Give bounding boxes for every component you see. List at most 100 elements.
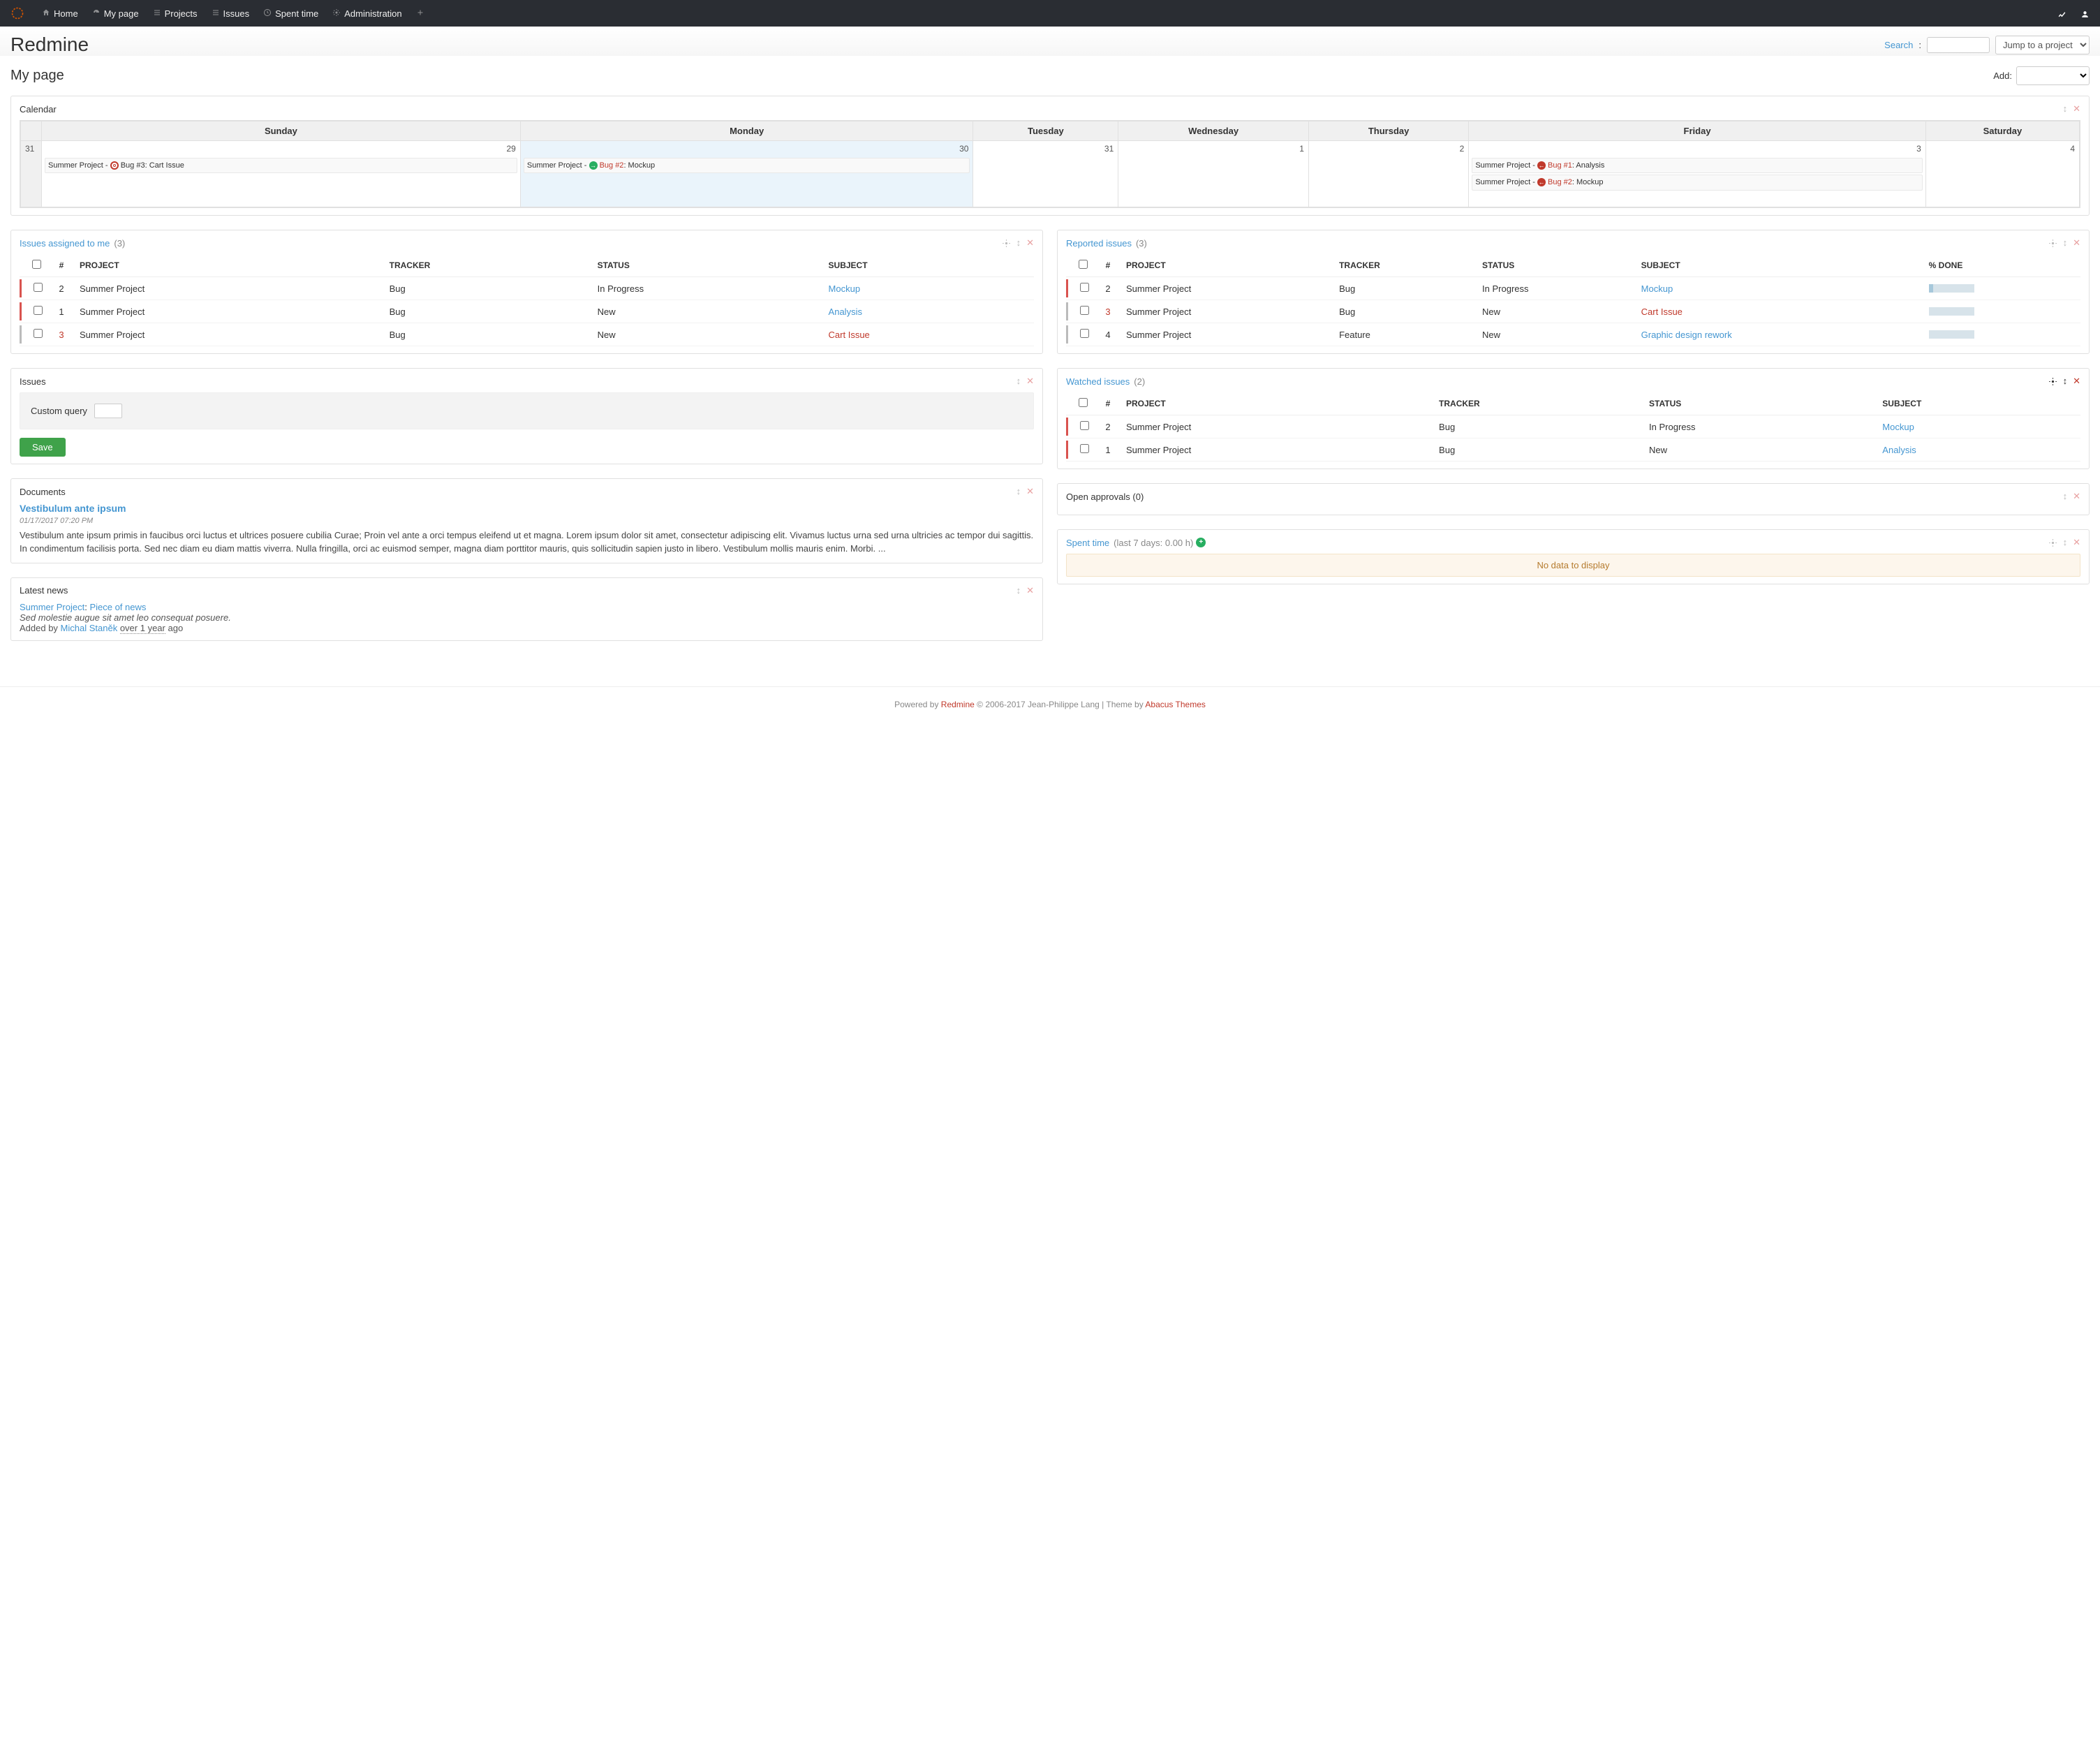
close-icon[interactable]: ✕ [2073,237,2080,249]
issues-title: Issues [20,376,46,387]
news-headline-link[interactable]: Piece of news [89,602,146,612]
issue-subject-link[interactable]: Mockup [1882,422,1914,432]
list-icon [153,8,161,19]
spent-time-box: Spent time (last 7 days: 0.00 h) + ↕ ✕ N… [1057,529,2090,584]
nav-projects[interactable]: Projects [146,8,205,19]
row-checkbox[interactable] [34,329,43,338]
news-title: Latest news [20,585,68,596]
close-icon[interactable]: ✕ [1026,376,1034,387]
project-jump-select[interactable]: Jump to a project... [1995,36,2090,54]
save-button[interactable]: Save [20,438,66,457]
select-all-checkbox[interactable] [1079,260,1088,269]
move-handle-icon[interactable]: ↕ [1016,585,1021,596]
event-icon [1537,178,1546,186]
clock-icon [263,8,272,19]
custom-query-input[interactable] [94,404,122,418]
row-checkbox[interactable] [1080,421,1089,430]
issue-subject-link[interactable]: Graphic design rework [1641,330,1732,340]
home-icon [42,8,50,19]
watched-title[interactable]: Watched issues [1066,376,1130,387]
gear-icon[interactable] [2048,376,2057,387]
move-handle-icon[interactable]: ↕ [2063,376,2068,387]
row-checkbox[interactable] [1080,444,1089,453]
select-all-checkbox[interactable] [32,260,41,269]
move-handle-icon[interactable]: ↕ [2063,491,2068,502]
gear-icon[interactable] [2048,537,2057,548]
close-icon[interactable]: ✕ [2073,491,2080,502]
row-checkbox[interactable] [34,306,43,315]
user-icon[interactable] [2080,8,2090,18]
calendar-event[interactable]: Summer Project - Bug #3: Cart Issue [45,158,517,173]
row-checkbox[interactable] [1080,329,1089,338]
spent-time-title[interactable]: Spent time [1066,538,1109,548]
close-icon[interactable]: ✕ [2073,537,2080,548]
close-icon[interactable]: ✕ [2073,376,2080,387]
reported-table: # PROJECT TRACKER STATUS SUBJECT % DONE … [1066,254,2080,346]
move-handle-icon[interactable]: ↕ [1016,486,1021,497]
issue-subject-link[interactable]: Mockup [829,283,861,294]
issue-subject-link[interactable]: Analysis [829,307,862,317]
nav-spent-time[interactable]: Spent time [256,8,325,19]
document-date: 01/17/2017 07:20 PM [20,517,1034,525]
day-number: 29 [42,141,520,156]
select-all-checkbox[interactable] [1079,398,1088,407]
issue-link[interactable]: Bug #1 [1548,161,1572,170]
redmine-link[interactable]: Redmine [941,700,975,709]
document-link[interactable]: Vestibulum ante ipsum [20,503,126,514]
plus-icon [416,8,424,19]
issue-link[interactable]: Bug #2 [600,161,624,170]
move-handle-icon[interactable]: ↕ [1016,237,1021,249]
row-checkbox[interactable] [1080,283,1089,292]
close-icon[interactable]: ✕ [1026,486,1034,497]
move-handle-icon[interactable]: ↕ [2063,537,2068,548]
day-number: 31 [973,141,1118,156]
nav-plus[interactable] [409,8,435,19]
watched-table: # PROJECT TRACKER STATUS SUBJECT 2Summer… [1066,392,2080,462]
custom-query-label: Custom query [31,406,87,416]
day-number: 4 [1926,141,2079,156]
dashboard-icon [92,8,101,19]
issue-subject-link[interactable]: Mockup [1641,283,1673,294]
theme-link[interactable]: Abacus Themes [1145,700,1206,709]
calendar-event[interactable]: Summer Project - Bug #2: Mockup [1472,175,1922,190]
row-checkbox[interactable] [1080,306,1089,315]
stats-icon[interactable] [2057,8,2066,18]
cal-day-header: Sunday [42,121,521,141]
search-input[interactable] [1927,37,1990,53]
calendar-event[interactable]: Summer Project - Bug #2: Mockup [524,158,970,173]
calendar-box: Calendar ↕ ✕ Sunday Monday Tuesday Wedne… [10,96,2090,216]
gear-icon[interactable] [1002,237,1011,249]
day-number: 1 [1118,141,1308,156]
close-icon[interactable]: ✕ [2073,103,2080,115]
week-number: 31 [21,141,42,207]
cal-day-header: Tuesday [973,121,1118,141]
gear-icon[interactable] [2048,237,2057,249]
calendar-event[interactable]: Summer Project - Bug #1: Analysis [1472,158,1922,173]
close-icon[interactable]: ✕ [1026,585,1034,596]
row-checkbox[interactable] [34,283,43,292]
move-handle-icon[interactable]: ↕ [2063,237,2068,249]
add-time-icon[interactable]: + [1196,538,1206,547]
assigned-box: Issues assigned to me (3) ↕ ✕ # PROJECT [10,230,1043,354]
issue-subject-link[interactable]: Analysis [1882,445,1916,455]
issues-query-box: Issues ↕ ✕ Custom query Save [10,368,1043,464]
assigned-title[interactable]: Issues assigned to me [20,238,110,249]
move-handle-icon[interactable]: ↕ [2063,103,2068,115]
search-label[interactable]: Search [1884,40,1913,50]
documents-box: Documents ↕ ✕ Vestibulum ante ipsum 01/1… [10,478,1043,563]
news-project-link[interactable]: Summer Project [20,602,84,612]
list-icon [212,8,220,19]
nav-my-page[interactable]: My page [85,8,146,19]
move-handle-icon[interactable]: ↕ [1016,376,1021,387]
nav-administration[interactable]: Administration [325,8,408,19]
issue-link[interactable]: Bug #3 [121,161,145,170]
nav-issues[interactable]: Issues [205,8,257,19]
news-author-link[interactable]: Michal Staněk [61,623,118,633]
issue-link[interactable]: Bug #2 [1548,178,1572,186]
cal-day-header: Saturday [1925,121,2079,141]
nav-home[interactable]: Home [35,8,85,19]
close-icon[interactable]: ✕ [1026,237,1034,249]
add-block-select[interactable] [2016,66,2090,85]
reported-title[interactable]: Reported issues [1066,238,1132,249]
table-row: 1Summer ProjectBugNewAnalysis [1066,438,2080,462]
